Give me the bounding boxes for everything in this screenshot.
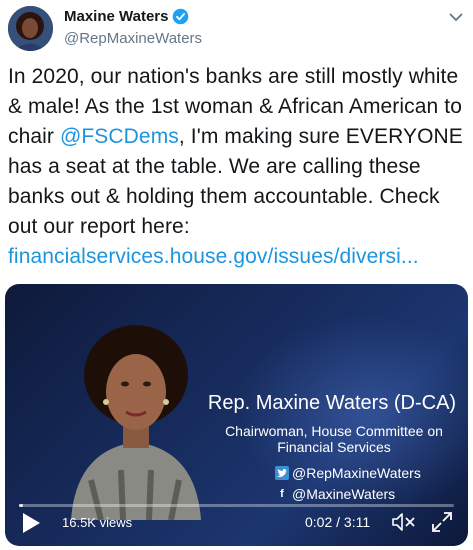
- chevron-down-icon[interactable]: [449, 12, 463, 22]
- video-facebook-handle: @MaxineWaters: [292, 486, 396, 502]
- author-name[interactable]: Maxine Waters: [64, 8, 168, 25]
- report-link[interactable]: financialservices.house.gov/issues/diver…: [8, 245, 419, 268]
- author-handle[interactable]: @RepMaxineWaters: [64, 30, 202, 47]
- play-icon[interactable]: [21, 512, 41, 534]
- fullscreen-icon[interactable]: [431, 511, 453, 533]
- mute-icon[interactable]: [391, 512, 417, 532]
- video-player[interactable]: Rep. Maxine Waters (D-CA) Chairwoman, Ho…: [5, 284, 468, 546]
- avatar[interactable]: [8, 6, 53, 51]
- video-twitter-handle: @RepMaxineWaters: [292, 465, 421, 481]
- mention-link[interactable]: @FSCDems: [60, 125, 179, 148]
- avatar-photo: [8, 6, 53, 51]
- view-count: 16.5K views: [62, 515, 133, 530]
- video-time: 0:02 / 3:11: [305, 514, 371, 530]
- video-progress-bar[interactable]: [19, 504, 454, 507]
- video-facebook-handle-row: f @MaxineWaters: [275, 486, 395, 502]
- verified-badge-icon: [173, 8, 189, 25]
- video-speaker-image: [71, 325, 201, 520]
- video-twitter-handle-row: @RepMaxineWaters: [275, 465, 421, 481]
- facebook-icon: f: [280, 488, 284, 500]
- video-progress-fill: [19, 504, 24, 507]
- video-name-title: Rep. Maxine Waters (D-CA): [207, 392, 457, 414]
- twitter-icon: [275, 466, 289, 480]
- tweet-text: In 2020, our nation's banks are still mo…: [8, 62, 466, 272]
- video-role: Chairwoman, House Committee on Financial…: [225, 423, 443, 455]
